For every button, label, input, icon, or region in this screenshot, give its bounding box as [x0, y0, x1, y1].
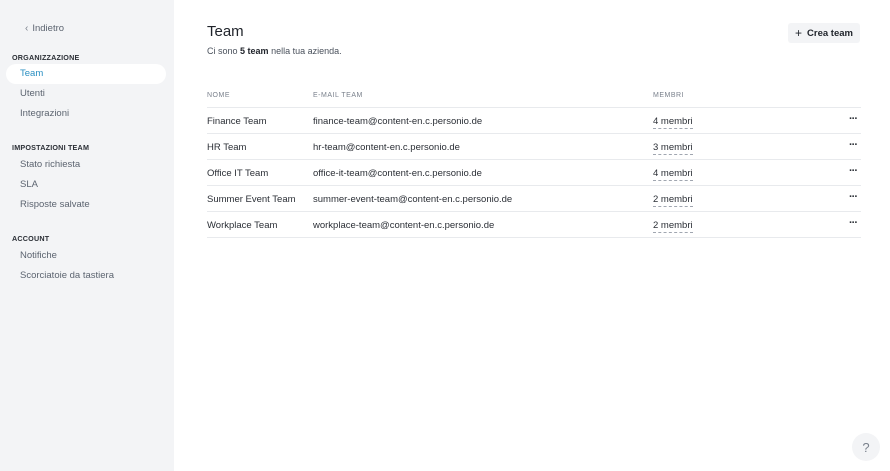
- subtitle-prefix: Ci sono: [207, 46, 238, 56]
- table-row[interactable]: Summer Event Team summer-event-team@cont…: [207, 186, 861, 212]
- subtitle-suffix: nella tua azienda.: [271, 46, 342, 56]
- more-options-icon[interactable]: ···: [849, 191, 858, 203]
- team-name: Finance Team: [207, 116, 267, 127]
- team-email: workplace-team@content-en.c.personio.de: [313, 220, 495, 231]
- more-options-icon[interactable]: ···: [849, 113, 858, 125]
- team-email: hr-team@content-en.c.personio.de: [313, 142, 460, 153]
- table-header: NOME E-MAIL TEAM MEMBRI: [207, 86, 861, 108]
- team-name: Workplace Team: [207, 220, 278, 231]
- plus-icon: +: [795, 26, 803, 40]
- more-options-icon[interactable]: ···: [849, 139, 858, 151]
- sidebar-item-sla[interactable]: SLA: [6, 175, 166, 195]
- create-team-label: Crea team: [807, 27, 853, 39]
- page-title: Team: [207, 23, 244, 40]
- back-label: Indietro: [32, 23, 65, 34]
- team-email: office-it-team@content-en.c.personio.de: [313, 168, 482, 179]
- team-members-link[interactable]: 2 membri: [653, 194, 693, 207]
- team-count: 5 team: [240, 46, 269, 56]
- table-row[interactable]: Finance Team finance-team@content-en.c.p…: [207, 108, 861, 134]
- table-row[interactable]: Workplace Team workplace-team@content-en…: [207, 212, 861, 238]
- sidebar: ‹ Indietro ORGANIZZAZIONE Team Utenti In…: [0, 0, 174, 471]
- section-title-impostazioni-team: IMPOSTAZIONI TEAM: [12, 143, 90, 152]
- sidebar-item-risposte-salvate[interactable]: Risposte salvate: [6, 195, 166, 215]
- main-content: Team Ci sono 5 team nella tua azienda. +…: [174, 0, 890, 471]
- table-row[interactable]: Office IT Team office-it-team@content-en…: [207, 160, 861, 186]
- team-email: summer-event-team@content-en.c.personio.…: [313, 194, 513, 205]
- team-members-link[interactable]: 4 membri: [653, 116, 693, 129]
- sidebar-item-integrazioni[interactable]: Integrazioni: [6, 104, 166, 124]
- column-header-email: E-MAIL TEAM: [313, 92, 363, 99]
- team-members-link[interactable]: 4 membri: [653, 168, 693, 181]
- table-row[interactable]: HR Team hr-team@content-en.c.personio.de…: [207, 134, 861, 160]
- team-table: NOME E-MAIL TEAM MEMBRI Finance Team fin…: [207, 86, 861, 238]
- team-name: HR Team: [207, 142, 247, 153]
- team-name: Office IT Team: [207, 168, 269, 179]
- team-count-text: Ci sono 5 team nella tua azienda.: [207, 46, 342, 56]
- sidebar-item-notifiche[interactable]: Notifiche: [6, 246, 166, 266]
- column-header-name: NOME: [207, 92, 230, 99]
- sidebar-item-stato-richiesta[interactable]: Stato richiesta: [6, 155, 166, 175]
- help-button[interactable]: ?: [852, 433, 880, 461]
- column-header-members: MEMBRI: [653, 92, 684, 99]
- team-members-link[interactable]: 2 membri: [653, 220, 693, 233]
- section-title-account: ACCOUNT: [12, 234, 50, 243]
- team-members-link[interactable]: 3 membri: [653, 142, 693, 155]
- back-link[interactable]: ‹ Indietro: [25, 23, 64, 34]
- sidebar-item-team[interactable]: Team: [6, 64, 166, 84]
- help-icon: ?: [862, 439, 870, 455]
- more-options-icon[interactable]: ···: [849, 217, 858, 229]
- chevron-left-icon: ‹: [25, 23, 29, 34]
- team-email: finance-team@content-en.c.personio.de: [313, 116, 483, 127]
- sidebar-item-utenti[interactable]: Utenti: [6, 84, 166, 104]
- section-title-organizzazione: ORGANIZZAZIONE: [12, 53, 80, 62]
- sidebar-item-scorciatoie[interactable]: Scorciatoie da tastiera: [6, 266, 166, 286]
- create-team-button[interactable]: + Crea team: [788, 23, 860, 43]
- more-options-icon[interactable]: ···: [849, 165, 858, 177]
- team-name: Summer Event Team: [207, 194, 296, 205]
